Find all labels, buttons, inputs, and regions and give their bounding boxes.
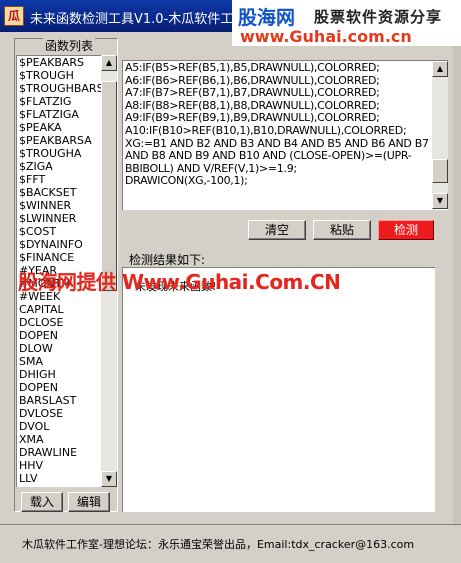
status-bar: 木瓜软件工作室-理想论坛：永乐通宝荣誉出品，Email:tdx_cracker@… [0, 524, 461, 563]
check-button[interactable]: 检测 [378, 220, 434, 240]
app-icon[interactable]: 瓜 [4, 6, 24, 26]
window-title: 未来函数检测工具V1.0-木瓜软件工作室 [30, 12, 260, 27]
scroll-thumb[interactable] [432, 159, 448, 183]
scroll-up-arrow-icon[interactable]: ▲ [101, 55, 117, 71]
scroll-thumb[interactable] [101, 81, 117, 291]
formula-text[interactable]: A5:IF(B5>REF(B5,1),B5,DRAWNULL),COLORRED… [123, 61, 431, 209]
load-button[interactable]: 载入 [21, 492, 63, 512]
scroll-down-arrow-icon[interactable]: ▼ [101, 471, 117, 487]
watermark-url: www.Guhai.com.cn [240, 27, 412, 46]
paste-button[interactable]: 粘贴 [313, 220, 371, 240]
clear-button[interactable]: 清空 [248, 220, 306, 240]
main-window: 瓜 未来函数检测工具V1.0-木瓜软件工作室 股海网 股票软件资源分享 www.… [0, 0, 461, 563]
function-list-title: 函数列表 [43, 37, 96, 54]
watermark-brand: 股海网 [238, 7, 296, 29]
window-edge [453, 46, 461, 524]
result-output[interactable]: 未发现未来函数! [122, 267, 435, 512]
formula-editor[interactable]: A5:IF(B5>REF(B5,1),B5,DRAWNULL),COLORRED… [122, 60, 448, 210]
formula-scrollbar[interactable]: ▲ ▼ [432, 61, 448, 209]
status-text: 木瓜软件工作室-理想论坛：永乐通宝荣誉出品，Email:tdx_cracker@… [22, 538, 415, 551]
watermark-tagline: 股票软件资源分享 [314, 8, 443, 26]
watermark-overlay: 股海网提供 Www.Guhai.Com.CN [18, 270, 341, 294]
scroll-up-arrow-icon[interactable]: ▲ [432, 61, 448, 77]
scroll-down-arrow-icon[interactable]: ▼ [432, 193, 448, 209]
edit-button[interactable]: 编辑 [68, 492, 110, 512]
watermark-banner: 股海网 股票软件资源分享 www.Guhai.com.cn [232, 0, 461, 46]
